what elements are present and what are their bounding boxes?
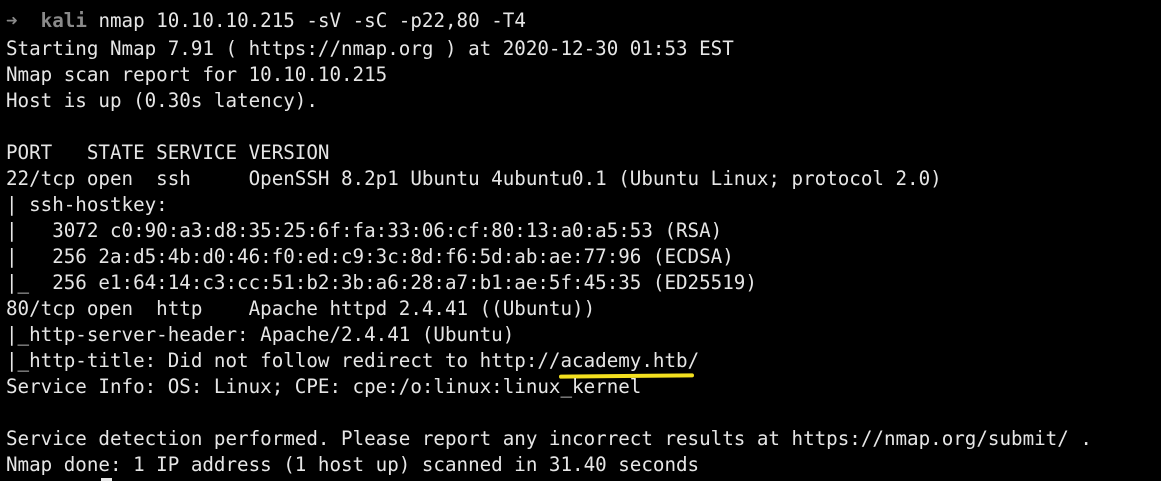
output-line-port-22: 22/tcp open ssh OpenSSH 8.2p1 Ubuntu 4ub…: [6, 167, 942, 190]
command-text: nmap 10.10.10.215 -sV -sC -p22,80 -T4: [98, 9, 526, 32]
terminal-window[interactable]: ➜ kali nmap 10.10.10.215 -sV -sC -p22,80…: [0, 0, 1161, 481]
output-line-report: Nmap scan report for 10.10.10.215: [6, 63, 388, 86]
output-line-start: Starting Nmap 7.91 ( https://nmap.org ) …: [6, 37, 734, 60]
output-line-rsa-key: | 3072 c0:90:a3:d8:35:25:6f:fa:33:06:cf:…: [6, 219, 723, 242]
http-title-prefix: |_http-title: Did not follow redirect to…: [6, 349, 561, 372]
output-line-port-header: PORT STATE SERVICE VERSION: [6, 141, 330, 164]
output-line-ssh-hostkey: | ssh-hostkey:: [6, 193, 168, 216]
http-title-suffix: /: [687, 349, 700, 372]
prompt-user: kali: [40, 9, 87, 32]
output-line-port-80: 80/tcp open http Apache httpd 2.4.41 ((U…: [6, 297, 596, 320]
output-line-detection: Service detection performed. Please repo…: [6, 427, 1092, 450]
output-line-ed25519-key: |_ 256 e1:64:14:c3:cc:51:b2:3b:a6:28:a7:…: [6, 271, 757, 294]
prompt-arrow-icon: ➜: [6, 9, 18, 32]
output-line-done: Nmap done: 1 IP address (1 host up) scan…: [6, 453, 700, 476]
output-line-service-info: Service Info: OS: Linux; CPE: cpe:/o:lin…: [6, 375, 642, 398]
output-line-server-header: |_http-server-header: Apache/2.4.41 (Ubu…: [6, 323, 515, 346]
highlighted-domain: academy.htb: [560, 349, 688, 372]
output-line-host: Host is up (0.30s latency).: [6, 89, 318, 112]
output-line-http-title: |_http-title: Did not follow redirect to…: [6, 348, 699, 374]
prompt-line: ➜ kali nmap 10.10.10.215 -sV -sC -p22,80…: [6, 8, 526, 34]
output-line-ecdsa-key: | 256 2a:d5:4b:d0:46:f0:ed:c9:3c:8d:f6:5…: [6, 245, 734, 268]
